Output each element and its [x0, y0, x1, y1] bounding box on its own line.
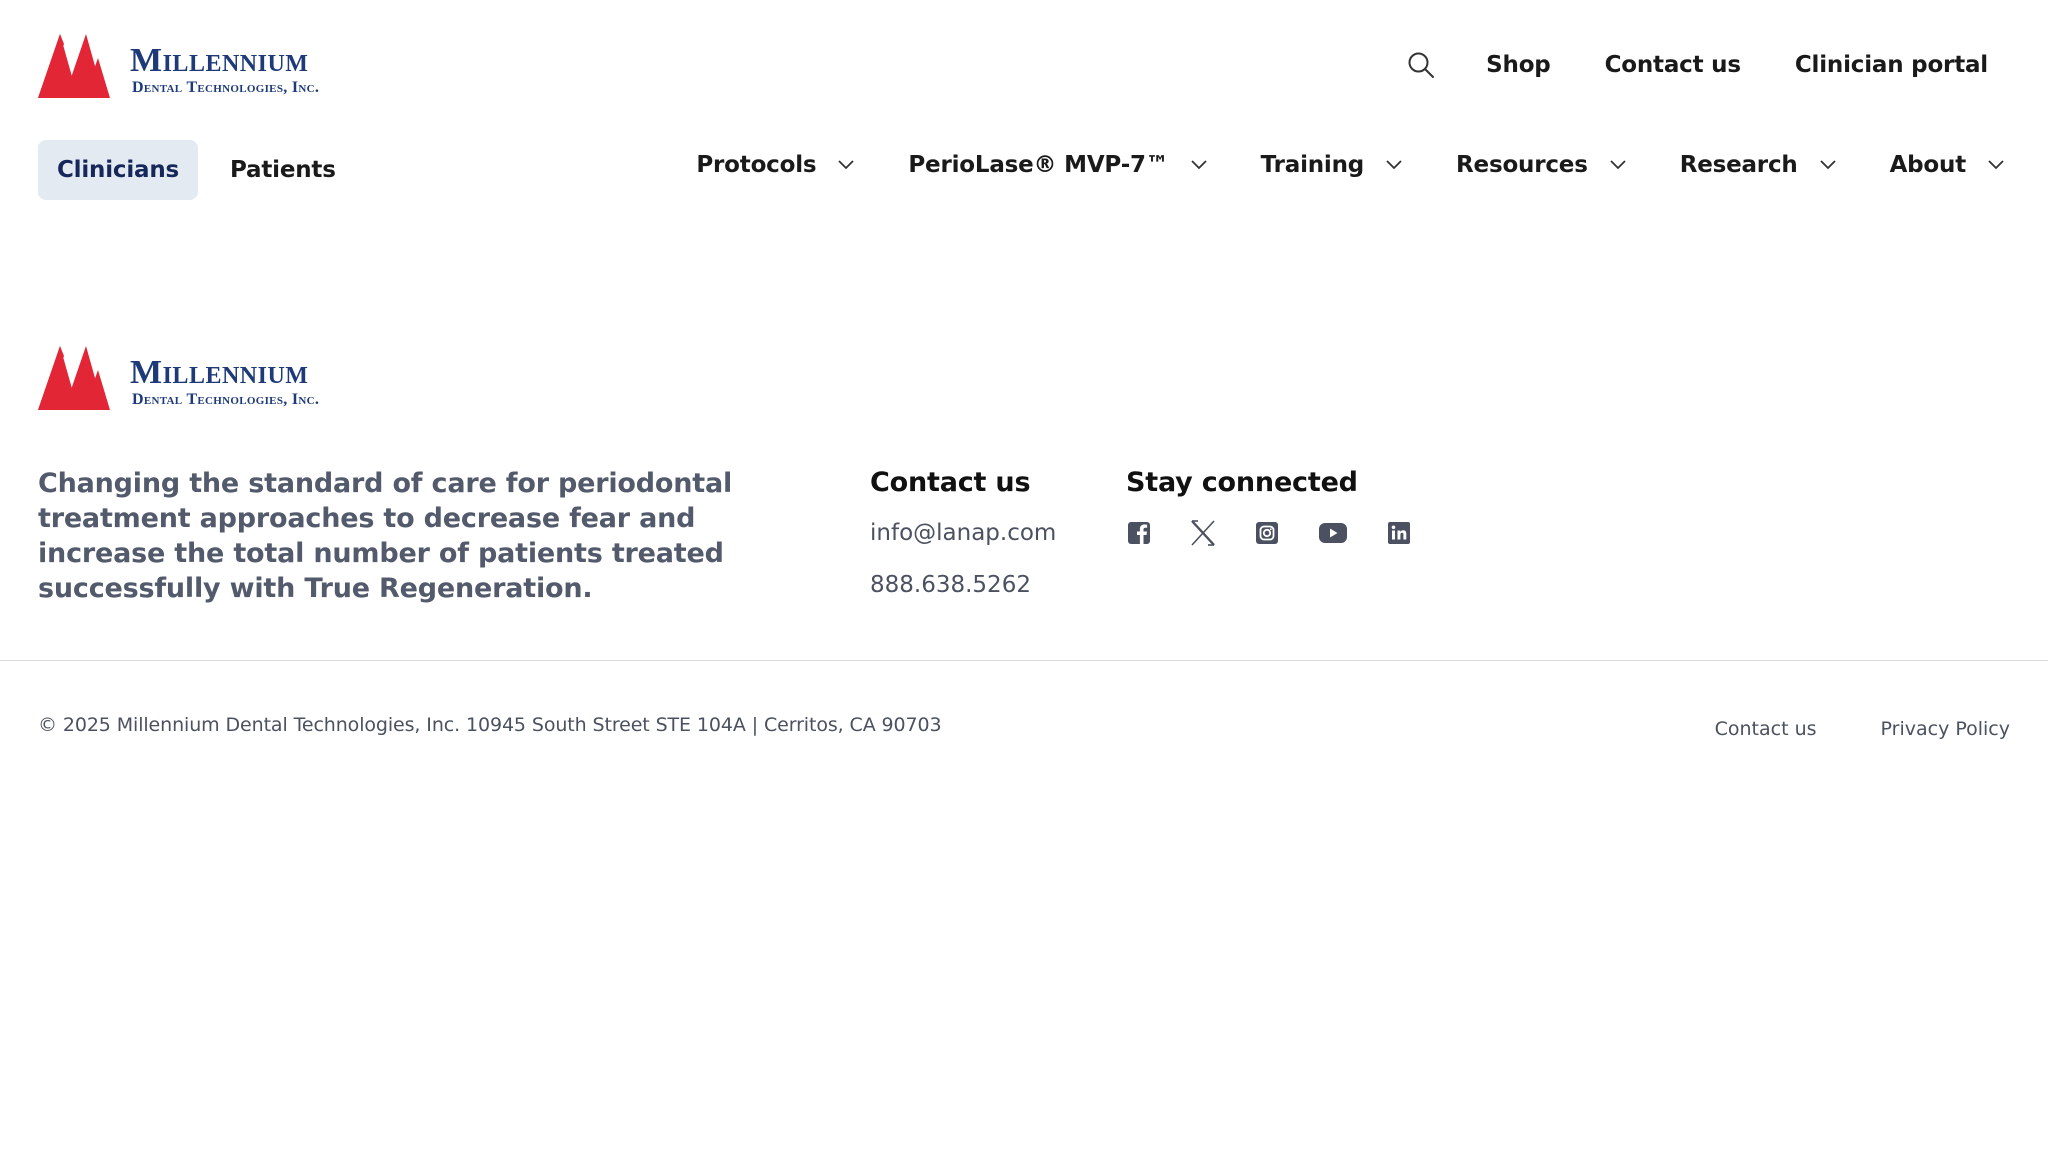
youtube-icon: [1319, 523, 1347, 543]
linkedin-link[interactable]: [1386, 520, 1412, 546]
contact-us-link[interactable]: Contact us: [1605, 52, 1741, 78]
privacy-policy-link[interactable]: Privacy Policy: [1881, 718, 2010, 740]
contact-title: Contact us: [870, 467, 1031, 498]
chevron-down-icon: [1610, 160, 1626, 170]
footer-divider: [0, 660, 2048, 661]
search-button[interactable]: [1406, 50, 1436, 80]
footer-social: Stay connected: [1126, 466, 1450, 546]
facebook-icon: [1128, 522, 1150, 544]
footer-logo[interactable]: Millennium Dental Technologies, Inc.: [38, 346, 319, 410]
shop-link[interactable]: Shop: [1486, 52, 1551, 78]
tab-patients[interactable]: Patients: [211, 140, 355, 200]
social-icons: [1126, 520, 1450, 546]
logo-wordmark: Millennium Dental Technologies, Inc.: [130, 44, 319, 98]
facebook-link[interactable]: [1126, 520, 1152, 546]
footer-contact: Contact us info@lanap.com 888.638.5262: [870, 466, 1056, 600]
nav-item-label: Research: [1679, 152, 1798, 178]
nav-item-about[interactable]: About: [1890, 152, 2004, 178]
chevron-down-icon: [1191, 160, 1207, 170]
chevron-down-icon: [1819, 160, 1836, 170]
footer-links: Contact us Privacy Policy: [1715, 718, 2010, 740]
contact-phone[interactable]: 888.638.5262: [870, 570, 1056, 600]
logo-mark-icon: [38, 34, 110, 98]
logo-wordmark-bottom: Dental Technologies, Inc.: [132, 391, 320, 408]
x-twitter-link[interactable]: [1190, 520, 1216, 546]
logo-mark-icon: [38, 346, 110, 410]
youtube-link[interactable]: [1318, 520, 1348, 546]
nav-item-training[interactable]: Training: [1261, 152, 1402, 178]
chevron-down-icon: [1988, 160, 2004, 170]
copyright-text: © 2025 Millennium Dental Technologies, I…: [38, 714, 942, 736]
nav-item-label: About: [1889, 152, 1967, 178]
instagram-link[interactable]: [1254, 520, 1280, 546]
header-logo[interactable]: Millennium Dental Technologies, Inc.: [38, 34, 319, 98]
instagram-icon: [1256, 522, 1278, 544]
social-title: Stay connected: [1126, 467, 1358, 498]
audience-tabs: Clinicians Patients: [38, 140, 355, 200]
linkedin-icon: [1388, 522, 1410, 544]
main-nav: Protocols PerioLase® MVP-7™ Training Res…: [696, 152, 2004, 178]
nav-item-label: Protocols: [696, 152, 817, 178]
logo-wordmark-top: Millennium: [130, 354, 309, 391]
nav-item-label: Resources: [1456, 152, 1588, 178]
clinician-portal-link[interactable]: Clinician portal: [1795, 52, 1988, 78]
nav-item-label: Training: [1260, 152, 1365, 178]
utility-nav: Shop Contact us Clinician portal: [1406, 50, 1988, 80]
footer-tagline: Changing the standard of care for period…: [38, 468, 733, 604]
nav-item-label: PerioLase® MVP-7™: [908, 152, 1169, 178]
footer-contact-link[interactable]: Contact us: [1715, 718, 1817, 740]
contact-email[interactable]: info@lanap.com: [870, 518, 1056, 548]
logo-wordmark-top: Millennium: [130, 42, 309, 79]
chevron-down-icon: [1386, 160, 1402, 170]
nav-item-protocols[interactable]: Protocols: [696, 152, 855, 178]
nav-item-periolase[interactable]: PerioLase® MVP-7™: [908, 152, 1207, 178]
nav-item-research[interactable]: Research: [1680, 152, 1836, 178]
tab-clinicians[interactable]: Clinicians: [38, 140, 199, 200]
nav-item-resources[interactable]: Resources: [1456, 152, 1626, 178]
x-twitter-icon: [1191, 520, 1215, 546]
search-icon: [1408, 52, 1435, 78]
chevron-down-icon: [838, 160, 855, 170]
logo-wordmark: Millennium Dental Technologies, Inc.: [130, 356, 319, 410]
logo-wordmark-bottom: Dental Technologies, Inc.: [132, 79, 320, 96]
